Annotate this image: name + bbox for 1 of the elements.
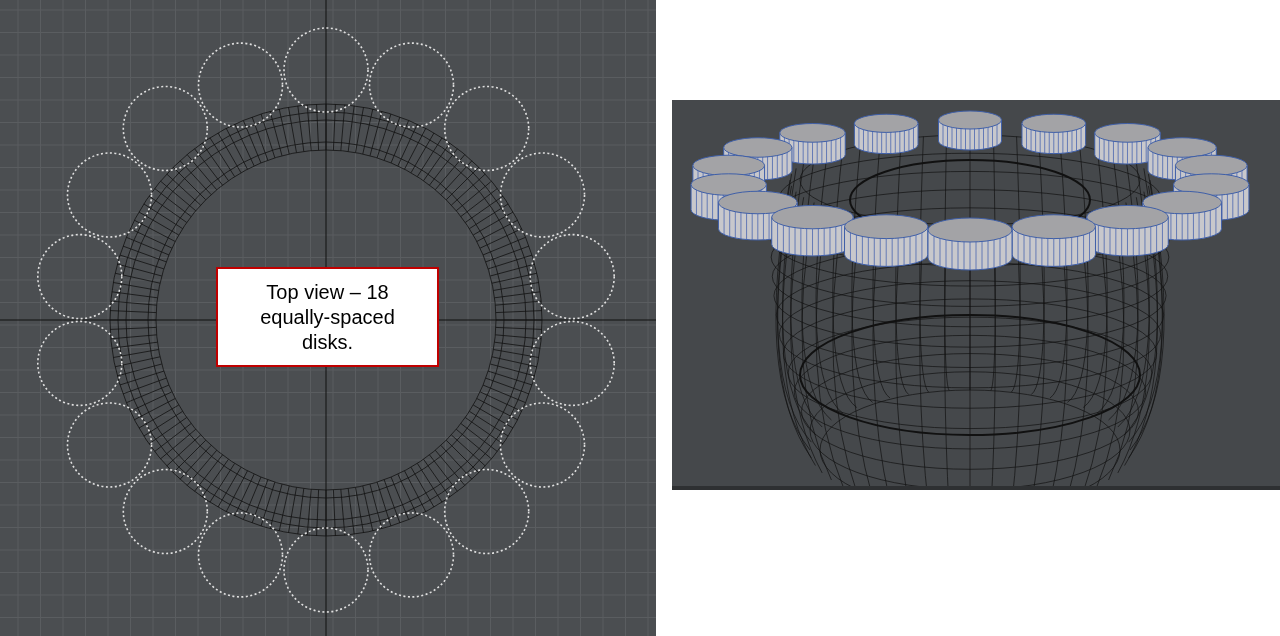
callout-text: Top view – 18 equally-spaced disks. — [216, 267, 439, 367]
